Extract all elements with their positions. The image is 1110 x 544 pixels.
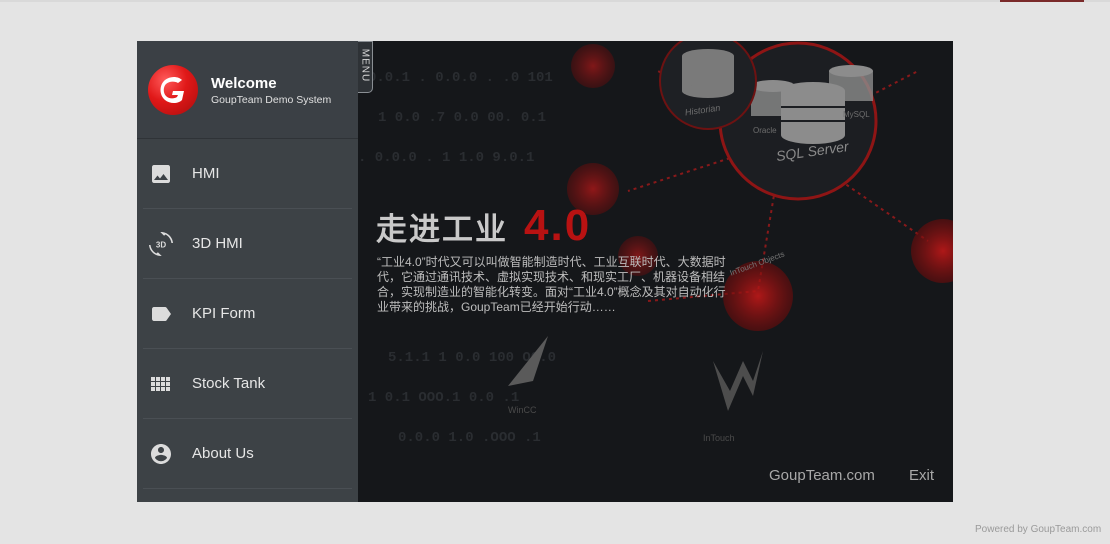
sidebar-header: Welcome GoupTeam Demo System [137,41,358,139]
sidebar-item-label: KPI Form [192,305,256,322]
label-tag-icon [149,302,173,326]
system-subtitle: GoupTeam Demo System [211,94,332,106]
intouch-label: InTouch [703,433,735,443]
sidebar-item-3d-hmi[interactable]: 3D 3D HMI [143,209,352,279]
goupteam-logo-icon [148,65,198,115]
mysql-label: MySQL [843,110,870,119]
top-border [0,0,1110,2]
app-frame: Welcome GoupTeam Demo System HMI 3D 3D H… [137,41,953,502]
image-icon [149,162,173,186]
svg-text:1 0.0 .7 0.0 00. 0.1: 1 0.0 .7 0.0 00. 0.1 [378,110,546,126]
sidebar-item-kpi-form[interactable]: KPI Form [143,279,352,349]
hero-headline: 走进工业 4.0 [376,201,591,251]
svg-text:0.0.0 1.0 .OOO .1: 0.0.0 1.0 .OOO .1 [398,430,541,446]
sidebar-item-about-us[interactable]: About Us [143,419,352,489]
hero-title-number: 4.0 [524,201,592,250]
goupteam-website-link[interactable]: GoupTeam.com [769,467,875,484]
grid-icon [149,372,173,396]
menu-toggle-tab[interactable]: MENU [358,41,373,93]
account-circle-icon [149,442,173,466]
sidebar-item-label: About Us [192,445,254,462]
oracle-label: Oracle [753,126,777,135]
sidebar-item-stock-tank[interactable]: Stock Tank [143,349,352,419]
hero-title-text: 走进工业 [376,212,508,247]
sidebar-item-label: Stock Tank [192,375,266,392]
top-accent-bar [1000,0,1084,2]
3d-rotation-icon: 3D [149,232,173,256]
svg-text:3D: 3D [156,241,166,250]
hero-description: “工业4.0”时代又可以叫做智能制造时代、工业互联时代、大数据时代，它通过通讯技… [377,255,726,314]
sidebar-item-hmi[interactable]: HMI [143,139,352,209]
svg-text:. 0.0.0 . 1 1.0 9.0.1: . 0.0.0 . 1 1.0 9.0.1 [358,150,534,166]
welcome-title: Welcome [211,75,277,92]
sidebar-item-label: 3D HMI [192,235,243,252]
sidebar-nav: HMI 3D 3D HMI KPI Form Stock Tank About … [137,139,358,489]
svg-text:1 0.1 OOO.1 0.0 .1: 1 0.1 OOO.1 0.0 .1 [368,390,519,406]
svg-text:0.0.1 . 0.0.0 . .0 101: 0.0.1 . 0.0.0 . .0 101 [368,70,553,86]
menu-tab-label: MENU [359,48,371,83]
main-content: 0.0.1 . 0.0.0 . .0 101 1 0.0 .7 0.0 00. … [358,41,953,502]
sidebar: Welcome GoupTeam Demo System HMI 3D 3D H… [137,41,358,502]
wincc-label: WinCC [508,405,537,415]
exit-button[interactable]: Exit [909,467,934,484]
powered-by-footer: Powered by GoupTeam.com [975,524,1102,535]
sidebar-item-label: HMI [192,165,220,182]
